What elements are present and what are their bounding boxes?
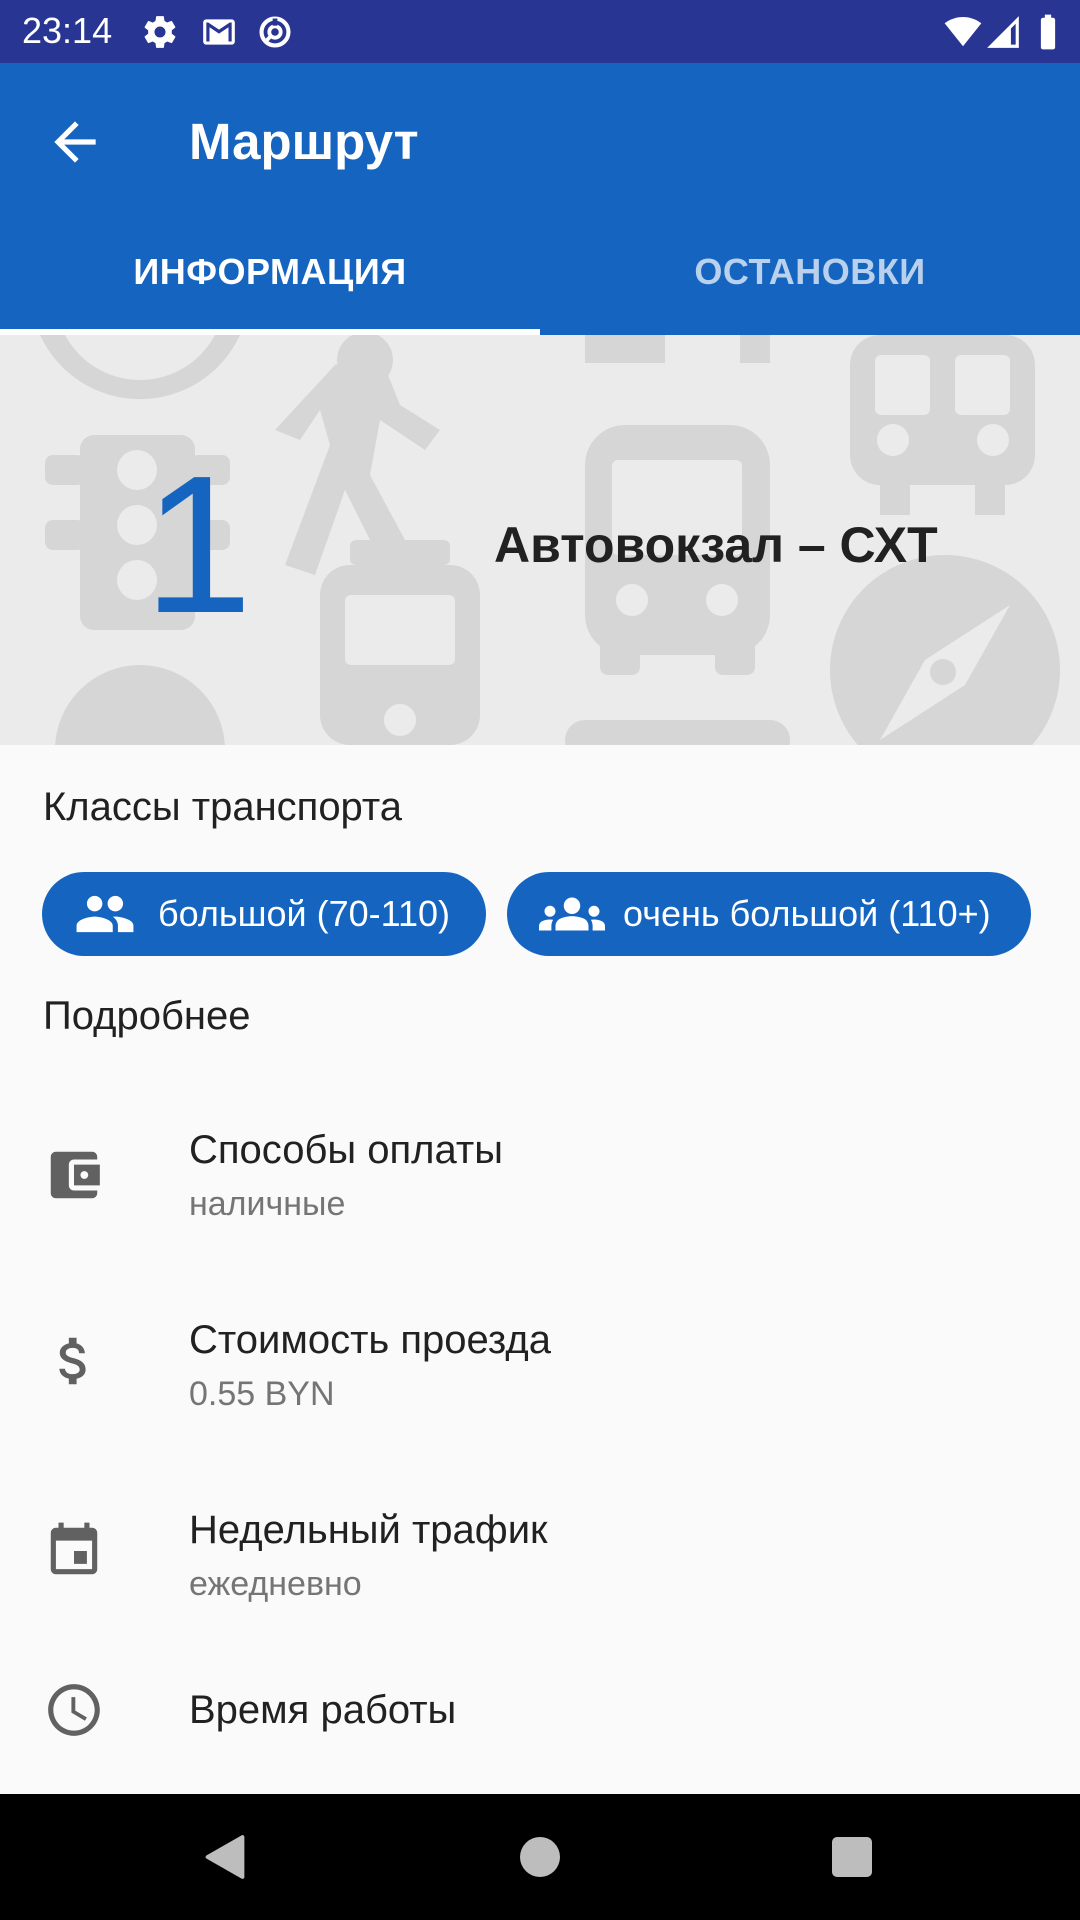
- system-nav-bar: [0, 1794, 1080, 1920]
- calendar-icon: [50, 1522, 98, 1575]
- payment-methods-value: наличные: [189, 1185, 346, 1223]
- groups-icon: [539, 897, 605, 931]
- app-bar: Маршрут ИНФОРМАЦИЯ ОСТАНОВКИ: [0, 63, 1080, 335]
- route-header: 1 Автовокзал – СХТ: [0, 335, 1080, 745]
- back-triangle-icon[interactable]: [195, 1827, 255, 1887]
- page-title: Маршрут: [189, 113, 419, 170]
- fare-value: 0.55 BYN: [189, 1375, 335, 1413]
- details-title: Подробнее: [43, 994, 251, 1038]
- chip-large-label: большой (70-110): [158, 893, 451, 934]
- route-number: 1: [143, 435, 253, 654]
- wallet-icon: [50, 1151, 100, 1199]
- transport-classes-title: Классы транспорта: [43, 785, 403, 829]
- status-time: 23:14: [22, 10, 113, 51]
- chip-very-large-label: очень большой (110+): [623, 893, 991, 934]
- status-bar: 23:14: [0, 0, 1080, 63]
- chip-very-large[interactable]: очень большой (110+): [507, 872, 1031, 956]
- recents-square-icon[interactable]: [822, 1827, 882, 1887]
- people-icon: [76, 895, 134, 933]
- chip-large[interactable]: большой (70-110): [42, 872, 486, 956]
- tab-stops-label: ОСТАНОВКИ: [694, 251, 926, 292]
- weekly-schedule-title: Недельный трафик: [189, 1508, 548, 1552]
- settings-icon: [144, 16, 176, 48]
- battery-icon: [1040, 14, 1056, 50]
- working-hours-title: Время работы: [189, 1688, 457, 1732]
- home-circle-icon[interactable]: [510, 1827, 570, 1887]
- tab-information-label: ИНФОРМАЦИЯ: [133, 251, 407, 292]
- tab-information[interactable]: ИНФОРМАЦИЯ: [0, 231, 540, 335]
- wifi-icon: [944, 16, 982, 47]
- data-saver-icon: [259, 16, 291, 48]
- list-item-payment-methods[interactable]: Способы оплаты наличные: [0, 1082, 1080, 1272]
- list-item-fare[interactable]: Стоимость проезда 0.55 BYN: [0, 1272, 1080, 1462]
- dollar-icon: [59, 1337, 86, 1385]
- cell-signal-icon: [987, 16, 1019, 48]
- clock-icon: [48, 1684, 100, 1736]
- tab-stops[interactable]: ОСТАНОВКИ: [540, 231, 1080, 335]
- arrow-back-icon[interactable]: [44, 111, 106, 173]
- gmail-icon: [203, 19, 235, 45]
- fare-title: Стоимость проезда: [189, 1318, 551, 1362]
- payment-methods-title: Способы оплаты: [189, 1128, 503, 1172]
- route-name: Автовокзал – СХТ: [494, 517, 938, 573]
- weekly-schedule-value: ежедневно: [189, 1565, 362, 1603]
- list-item-weekly-schedule[interactable]: Недельный трафик ежедневно: [0, 1462, 1080, 1652]
